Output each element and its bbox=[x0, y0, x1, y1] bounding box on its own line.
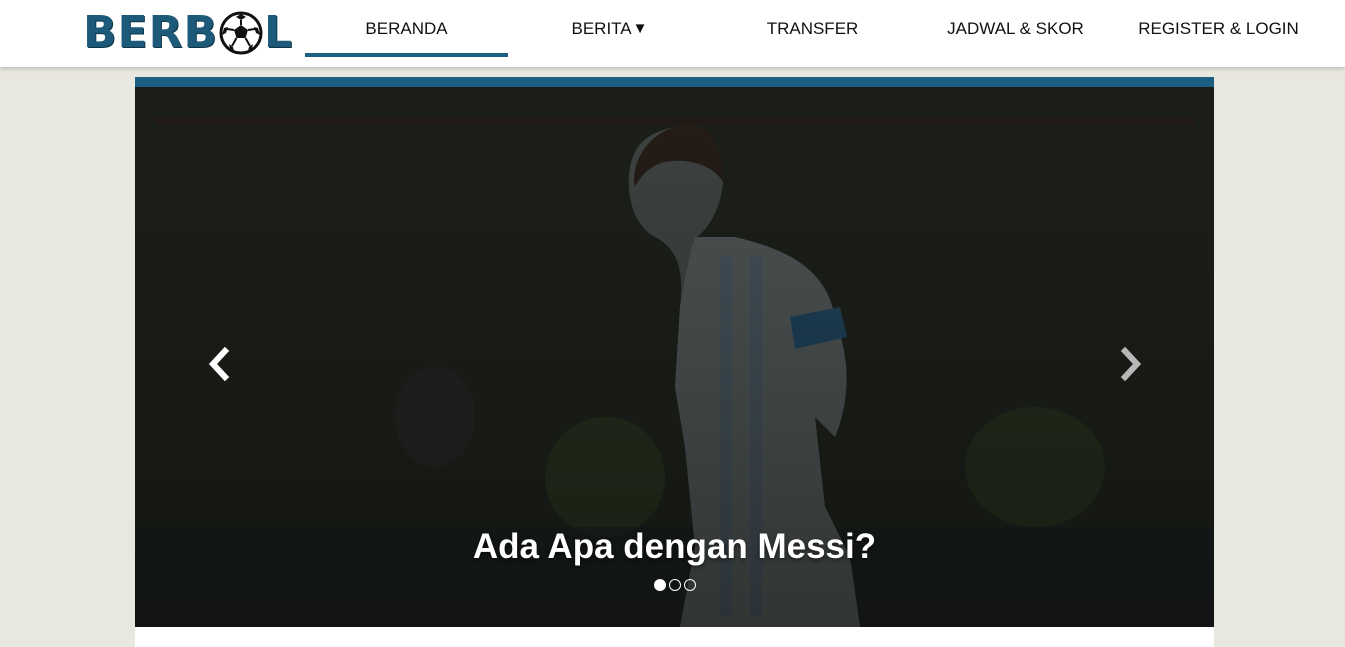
nav-item-label: REGISTER & LOGIN bbox=[1138, 18, 1299, 38]
soccer-ball-icon bbox=[219, 11, 263, 55]
nav-item-label: BERITA bbox=[571, 18, 632, 38]
chevron-right-icon bbox=[1120, 346, 1142, 382]
logo-text: BERB L bbox=[83, 11, 293, 55]
chevron-left-icon bbox=[208, 346, 230, 382]
carousel-dot[interactable] bbox=[668, 579, 681, 591]
carousel-indicators bbox=[135, 579, 1214, 591]
nav-item-label: JADWAL & SKOR bbox=[947, 18, 1084, 38]
slide-title[interactable]: Ada Apa dengan Messi? bbox=[135, 527, 1214, 567]
carousel-next-button[interactable] bbox=[1115, 346, 1145, 382]
nav-item-label: TRANSFER bbox=[766, 18, 859, 38]
nav-item-register-login[interactable]: REGISTER & LOGIN bbox=[1117, 0, 1320, 57]
accent-bar bbox=[135, 77, 1214, 87]
nav-item-beranda[interactable]: BERANDA bbox=[305, 0, 508, 57]
nav-item-label: BERANDA bbox=[365, 18, 448, 38]
carousel-dot[interactable] bbox=[653, 579, 666, 591]
site-logo[interactable]: BERB L bbox=[83, 6, 292, 60]
logo-text-suffix: L bbox=[264, 7, 294, 58]
caret-down-icon: ▼ bbox=[632, 20, 648, 37]
site-header: BERB L BERANDA BERITA ▼ TRANSFER JADWAL … bbox=[0, 0, 1345, 67]
main-content: Ada Apa dengan Messi? bbox=[135, 77, 1214, 647]
carousel-dot[interactable] bbox=[683, 579, 696, 591]
news-carousel[interactable]: Ada Apa dengan Messi? bbox=[135, 87, 1214, 627]
nav-item-berita[interactable]: BERITA ▼ bbox=[508, 0, 711, 57]
nav-item-jadwal-skor[interactable]: JADWAL & SKOR bbox=[914, 0, 1117, 57]
nav-item-transfer[interactable]: TRANSFER bbox=[711, 0, 914, 57]
main-nav: BERANDA BERITA ▼ TRANSFER JADWAL & SKOR … bbox=[305, 0, 1320, 67]
carousel-prev-button[interactable] bbox=[205, 346, 235, 382]
logo-text-prefix: BERB bbox=[83, 7, 219, 58]
